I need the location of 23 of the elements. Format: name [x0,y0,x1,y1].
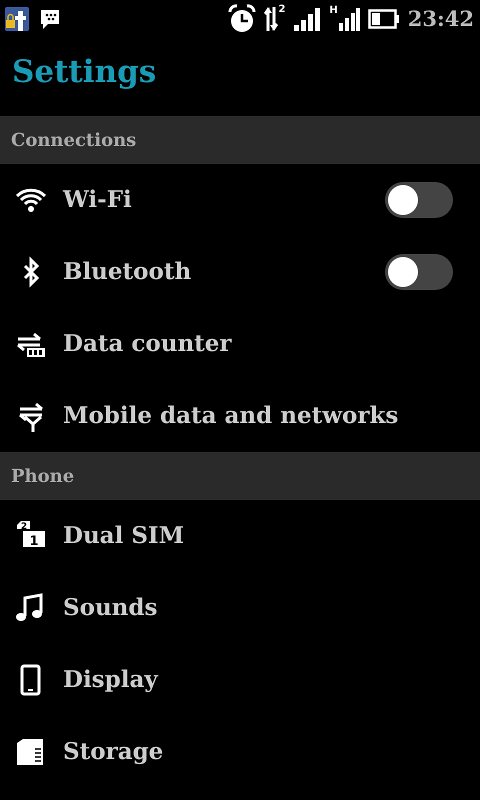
toggle-switch[interactable] [385,182,453,218]
section-header: Connections [0,116,480,164]
section-header: Phone [0,452,480,500]
item-label[interactable]: Bluetooth [63,254,385,290]
network-type-label: H [329,6,338,16]
data-transfer-icon [264,5,278,33]
app-notification-icon [4,6,30,32]
item-label[interactable]: Storage [63,734,453,770]
signal-icon [338,6,360,32]
chat-icon [38,7,62,31]
battery-icon [368,9,400,29]
item-label[interactable]: Wi-Fi [63,182,385,218]
alarm-clock-icon [228,4,256,34]
toggle-switch[interactable] [385,254,453,290]
data-indicator-label: 2 [278,5,286,15]
item-label[interactable]: Display [63,662,453,698]
item-label[interactable]: Mobile data and networks [63,398,453,434]
item-label[interactable]: Sounds [63,590,453,626]
screen-title: Settings [11,53,158,92]
item-label[interactable]: Dual SIM [63,518,453,554]
clock-time: 23:42 [408,5,474,34]
signal-icon [293,6,322,32]
item-label[interactable]: Data counter [63,326,453,362]
